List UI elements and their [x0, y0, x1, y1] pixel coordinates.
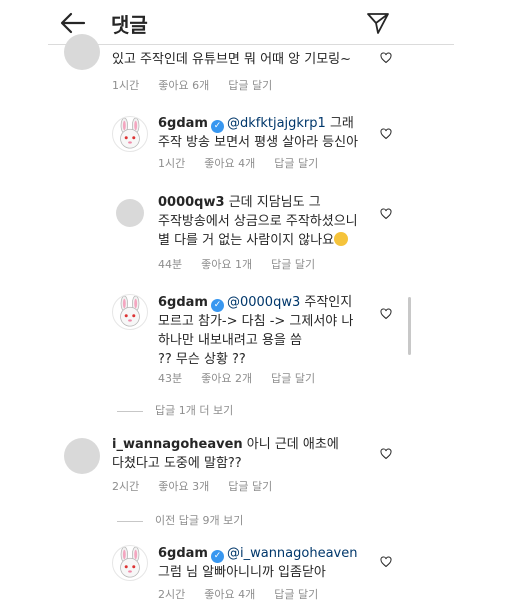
comment-time: 1시간: [112, 79, 140, 92]
page-title: 댓글: [111, 13, 148, 37]
bunny-avatar-icon: [120, 117, 140, 149]
comment-username[interactable]: 0000qw3: [158, 195, 225, 210]
verified-badge-icon: ✓: [210, 120, 224, 133]
comment-username[interactable]: 6gdam: [158, 295, 208, 310]
comment-text-line: 그럼 님 알빠아니니까 입좀닫아: [158, 565, 326, 580]
crying-face-emoji-icon: [334, 232, 349, 246]
avatar[interactable]: [116, 199, 144, 227]
comment-meta: 2시간 좋아요 4개 답글 달기: [158, 586, 337, 602]
back-arrow-icon[interactable]: [60, 12, 86, 34]
avatar[interactable]: [112, 116, 148, 152]
mention-link[interactable]: @0000qw3: [227, 295, 300, 310]
likes-count[interactable]: 좋아요 6개: [158, 79, 209, 92]
comment-text-line: 주작방송에서 상금으로 주작하셨으니: [158, 214, 358, 229]
view-more-replies-button[interactable]: 답글 1개 더 보기: [117, 402, 233, 418]
like-heart-icon[interactable]: [380, 448, 392, 460]
view-previous-replies-label: 이전 답글 9개 보기: [155, 514, 244, 527]
comment-text-line: 별 다를 거 없는 사람이지 않나요: [158, 231, 349, 251]
mention-link[interactable]: @i_wannagoheaven: [227, 546, 358, 561]
avatar[interactable]: [64, 438, 100, 474]
comment-text: i_wannagoheaven 아니 근데 애초에: [112, 435, 339, 455]
reply-button[interactable]: 답글 달기: [228, 480, 272, 493]
comment-text: 있고 주작인데 유튜브면 뭐 어때 앙 기모링~: [112, 52, 352, 67]
bunny-avatar-icon: [120, 546, 140, 578]
bunny-avatar-icon: [120, 295, 140, 327]
comment-text-line: 다쳤다고 도중에 말함??: [112, 456, 242, 471]
comment-body: 그래: [329, 116, 354, 131]
comment-meta: 43분 좋아요 2개 답글 달기: [158, 370, 334, 386]
divider-line: [117, 410, 143, 412]
comment-username[interactable]: 6gdam: [158, 546, 208, 561]
comment-time: 2시간: [158, 588, 186, 601]
mention-link[interactable]: @dkfktjajgkrp1: [227, 116, 326, 131]
comment-body: 주작인지: [304, 295, 353, 310]
like-heart-icon[interactable]: [380, 308, 392, 320]
comment-meta: 1시간 좋아요 6개 답글 달기: [112, 77, 291, 93]
comment-username[interactable]: 6gdam: [158, 116, 208, 131]
scrollbar[interactable]: [408, 297, 411, 355]
comment-body: 근데 지담님도 그: [228, 195, 321, 210]
likes-count[interactable]: 좋아요 1개: [201, 258, 252, 271]
comment-text-line: 하나만 내보내려고 용을 씀: [158, 333, 302, 348]
comment-meta: 2시간 좋아요 3개 답글 달기: [112, 478, 291, 494]
comment-username[interactable]: i_wannagoheaven: [112, 437, 243, 452]
comment-text: 6gdam ✓ @dkfktjajgkrp1 그래: [158, 114, 354, 134]
verified-badge-icon: ✓: [210, 299, 224, 312]
comment-text: 6gdam ✓ @i_wannagoheaven: [158, 544, 357, 564]
view-previous-replies-button[interactable]: 이전 답글 9개 보기: [117, 512, 243, 528]
avatar[interactable]: [112, 545, 148, 581]
header-divider: [48, 44, 454, 45]
likes-count[interactable]: 좋아요 4개: [204, 588, 255, 601]
reply-button[interactable]: 답글 달기: [271, 258, 315, 271]
like-heart-icon[interactable]: [380, 128, 392, 140]
reply-button[interactable]: 답글 달기: [228, 79, 272, 92]
avatar[interactable]: [112, 294, 148, 330]
comment-time: 1시간: [158, 157, 186, 170]
comment-meta: 44분 좋아요 1개 답글 달기: [158, 256, 334, 272]
avatar[interactable]: [64, 34, 100, 70]
comment-text-line: ?? 무슨 상황 ??: [158, 352, 246, 367]
comment-meta: 1시간 좋아요 4개 답글 달기: [158, 155, 337, 171]
comment-text: 0000qw3 근데 지담님도 그: [158, 193, 321, 213]
view-more-replies-label: 답글 1개 더 보기: [155, 404, 234, 417]
comment-body: 별 다를 거 없는 사람이지 않나요: [158, 233, 335, 248]
reply-button[interactable]: 답글 달기: [271, 372, 315, 385]
comment-time: 44분: [158, 258, 183, 271]
comment-time: 2시간: [112, 480, 140, 493]
reply-button[interactable]: 답글 달기: [274, 588, 318, 601]
like-heart-icon[interactable]: [380, 52, 392, 64]
likes-count[interactable]: 좋아요 3개: [158, 480, 209, 493]
comment-text-line: 주작 방송 보면서 평생 살아라 등신아: [158, 135, 359, 150]
like-heart-icon[interactable]: [380, 208, 392, 220]
comment-text: 6gdam ✓ @0000qw3 주작인지: [158, 293, 352, 313]
likes-count[interactable]: 좋아요 2개: [201, 372, 252, 385]
divider-line: [117, 520, 143, 522]
likes-count[interactable]: 좋아요 4개: [204, 157, 255, 170]
verified-badge-icon: ✓: [210, 550, 224, 563]
comment-body: 아니 근데 애초에: [246, 437, 339, 452]
reply-button[interactable]: 답글 달기: [274, 157, 318, 170]
send-icon[interactable]: [366, 11, 390, 35]
comment-time: 43분: [158, 372, 183, 385]
like-heart-icon[interactable]: [380, 556, 392, 568]
comment-text-line: 모르고 참가-> 다침 -> 그제서야 나: [158, 314, 354, 329]
